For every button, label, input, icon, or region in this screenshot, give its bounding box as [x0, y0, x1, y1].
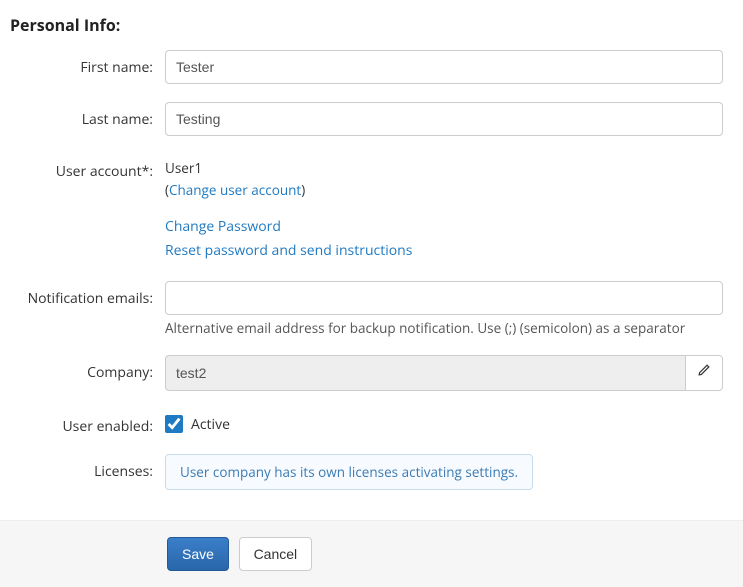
last-name-input[interactable] — [165, 102, 723, 136]
first-name-input[interactable] — [165, 50, 723, 84]
licenses-info-box: User company has its own licenses activa… — [165, 454, 533, 490]
save-button[interactable]: Save — [167, 537, 229, 571]
user-account-label: User account*: — [10, 154, 165, 181]
row-first-name: First name: — [10, 50, 723, 84]
change-user-account-link[interactable]: Change user account — [169, 181, 301, 199]
paren-close: ) — [301, 181, 305, 199]
row-last-name: Last name: — [10, 102, 723, 136]
section-title: Personal Info: — [10, 14, 723, 36]
user-enabled-label: User enabled: — [10, 409, 165, 436]
row-licenses: Licenses: User company has its own licen… — [10, 454, 723, 490]
user-enabled-checkbox[interactable] — [165, 415, 183, 433]
personal-info-form: Personal Info: First name: Last name: Us… — [0, 0, 743, 520]
row-user-enabled: User enabled: Active — [10, 409, 723, 436]
user-enabled-checkbox-label: Active — [191, 415, 230, 434]
user-account-value: User1 — [165, 159, 202, 177]
change-password-link[interactable]: Change Password — [165, 217, 281, 236]
notification-emails-input[interactable] — [165, 281, 723, 315]
form-footer: Save Cancel — [0, 520, 743, 587]
row-company: Company: — [10, 355, 723, 391]
row-notification-emails: Notification emails: Alternative email a… — [10, 281, 723, 337]
licenses-label: Licenses: — [10, 454, 165, 481]
last-name-label: Last name: — [10, 102, 165, 129]
notification-emails-help: Alternative email address for backup not… — [165, 319, 723, 337]
notification-emails-label: Notification emails: — [10, 281, 165, 308]
company-label: Company: — [10, 355, 165, 382]
company-input — [165, 355, 685, 391]
user-enabled-checkbox-wrap[interactable]: Active — [165, 409, 723, 434]
reset-password-link[interactable]: Reset password and send instructions — [165, 241, 412, 260]
first-name-label: First name: — [10, 50, 165, 77]
edit-company-button[interactable] — [685, 355, 723, 391]
row-user-account: User account*: User1 (Change user accoun… — [10, 154, 723, 263]
cancel-button[interactable]: Cancel — [239, 537, 313, 571]
edit-icon — [697, 363, 711, 382]
